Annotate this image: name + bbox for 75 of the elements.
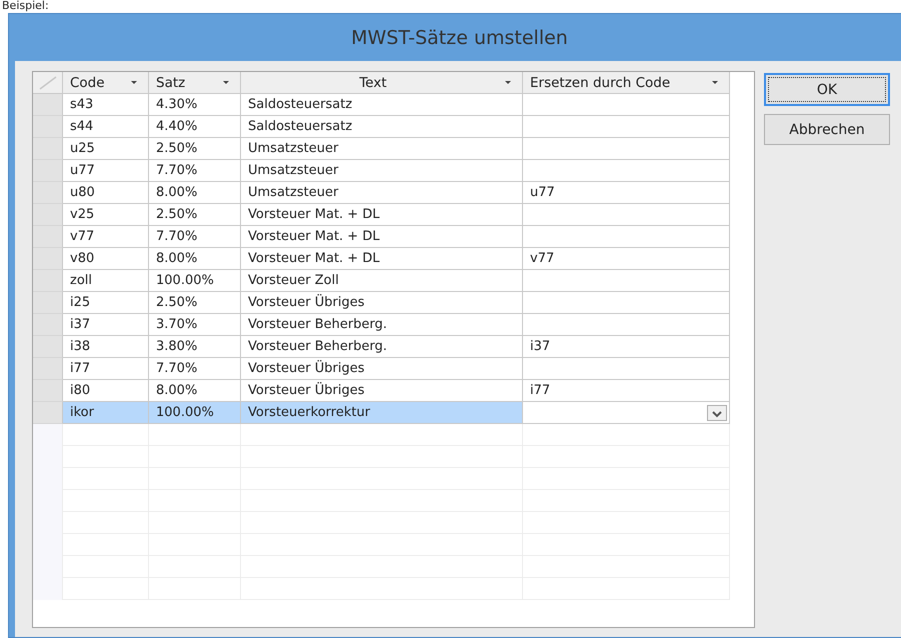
table-cell: i38 (63, 336, 149, 358)
table-cell: Vorsteuer Übriges (241, 292, 523, 314)
table-cell: Vorsteuer Beherberg. (241, 336, 523, 358)
table-cell: s44 (63, 116, 149, 138)
table-cell: u77 (63, 160, 149, 182)
table-cell: 8.00% (149, 248, 241, 270)
table-cell: s43 (63, 94, 149, 116)
table-cell: zoll (63, 270, 149, 292)
table-cell: i77 (523, 380, 730, 402)
table-cell: 100.00% (149, 402, 241, 424)
table-cell: i77 (63, 358, 149, 380)
table-cell: v77 (523, 248, 730, 270)
caption-text: Beispiel: (1, 0, 49, 12)
row-selector[interactable] (33, 402, 63, 424)
table-cell: Vorsteuerkorrektur (241, 402, 523, 424)
table-cell: 7.70% (149, 160, 241, 182)
table-cell: Umsatzsteuer (241, 160, 523, 182)
table-cell: Vorsteuer Zoll (241, 270, 523, 292)
row-selector[interactable] (33, 248, 63, 270)
row-selector[interactable] (33, 94, 63, 116)
table-cell: 4.30% (149, 94, 241, 116)
table-cell: Vorsteuer Beherberg. (241, 314, 523, 336)
table-cell: ikor (63, 402, 149, 424)
column-header[interactable]: Text (241, 72, 523, 94)
row-selector[interactable] (33, 314, 63, 336)
table-cell: Vorsteuer Mat. + DL (241, 204, 523, 226)
column-header[interactable]: Ersetzen durch Code (523, 72, 730, 94)
dropdown-icon[interactable] (711, 80, 719, 85)
row-selector[interactable] (33, 336, 63, 358)
table-cell: u25 (63, 138, 149, 160)
table-cell: Vorsteuer Übriges (241, 358, 523, 380)
table-cell: 2.50% (149, 204, 241, 226)
row-selector[interactable] (33, 160, 63, 182)
table-cell: u80 (63, 182, 149, 204)
row-selector[interactable] (33, 292, 63, 314)
table-cell: 8.00% (149, 182, 241, 204)
table-cell: 2.50% (149, 138, 241, 160)
table-cell: Vorsteuer Mat. + DL (241, 226, 523, 248)
row-selector[interactable] (33, 138, 63, 160)
table-cell: Umsatzsteuer (241, 182, 523, 204)
row-selector[interactable] (33, 182, 63, 204)
table-cell: v80 (63, 248, 149, 270)
table-cell: 3.70% (149, 314, 241, 336)
row-selector[interactable] (33, 380, 63, 402)
dropdown-icon[interactable] (504, 80, 512, 85)
table-cell: Vorsteuer Mat. + DL (241, 248, 523, 270)
table-cell: 100.00% (149, 270, 241, 292)
table-cell: 7.70% (149, 358, 241, 380)
table-cell: 3.80% (149, 336, 241, 358)
row-selector[interactable] (33, 204, 63, 226)
corner-icon (38, 76, 58, 90)
table-cell: 2.50% (149, 292, 241, 314)
column-header[interactable]: Satz (149, 72, 241, 94)
table-cell: v25 (63, 204, 149, 226)
dropdown-button[interactable] (707, 404, 727, 420)
table-cell: i25 (63, 292, 149, 314)
table-cell: 7.70% (149, 226, 241, 248)
table-cell: v77 (63, 226, 149, 248)
dialog-button[interactable]: Abbrechen (764, 114, 890, 145)
table-cell: i37 (63, 314, 149, 336)
table-cell: Saldosteuersatz (241, 116, 523, 138)
row-selector[interactable] (33, 116, 63, 138)
row-selector[interactable] (33, 226, 63, 248)
table-cell: u77 (523, 182, 730, 204)
dialog-button[interactable]: OK (764, 73, 890, 106)
window-title: MWST-Sätze umstellen (351, 26, 568, 48)
column-header[interactable]: Code (63, 72, 149, 94)
dropdown-icon[interactable] (222, 80, 230, 85)
table-cell: Saldosteuersatz (241, 94, 523, 116)
table-cell: 4.40% (149, 116, 241, 138)
table-cell: Umsatzsteuer (241, 138, 523, 160)
dropdown-icon[interactable] (130, 80, 138, 85)
row-selector[interactable] (33, 270, 63, 292)
row-selector[interactable] (33, 358, 63, 380)
table-cell: i37 (523, 336, 730, 358)
